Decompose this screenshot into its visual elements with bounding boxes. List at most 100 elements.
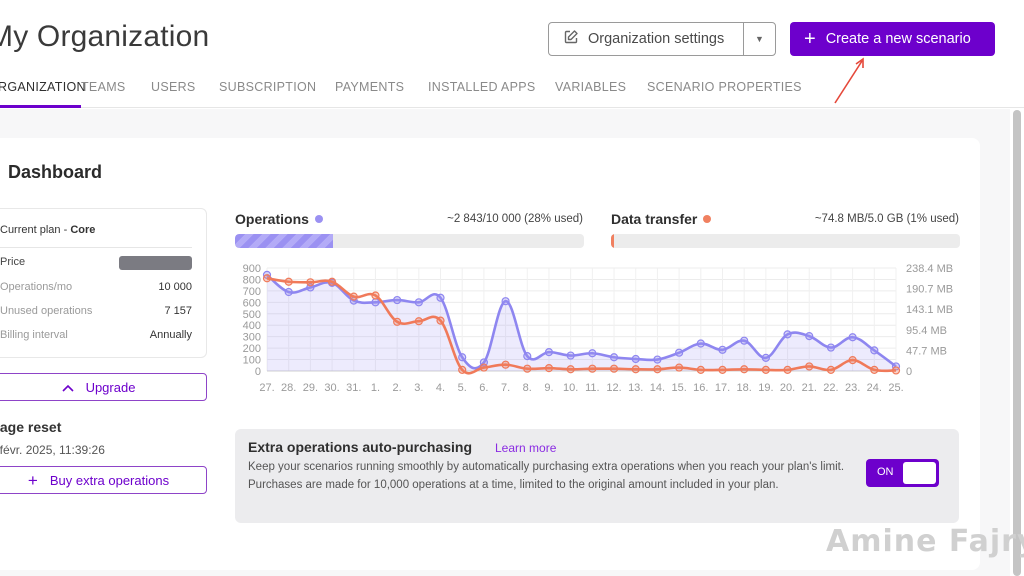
data-transfer-point	[544, 364, 554, 373]
operations-point	[436, 293, 445, 302]
caret-down-icon: ▼	[755, 34, 764, 44]
x-tick-label: 25.	[888, 382, 903, 394]
create-scenario-label: Create a new scenario	[825, 31, 971, 47]
data-transfer-point	[761, 365, 770, 374]
data-transfer-point	[566, 365, 575, 374]
operations-point	[284, 287, 293, 297]
plus-icon: +	[804, 28, 816, 50]
data-transfer-point	[696, 365, 705, 374]
current-plan-prefix: Current plan -	[0, 224, 71, 236]
current-plan-name: Core	[70, 224, 96, 236]
operations-point	[653, 355, 662, 364]
operations-point	[588, 349, 597, 358]
plan-row-billing: Billing interval Annually	[0, 329, 192, 341]
data-transfer-point	[870, 365, 879, 374]
create-scenario-button[interactable]: + Create a new scenario	[790, 22, 995, 56]
tab-subscription[interactable]: SUBSCRIPTION	[219, 78, 335, 108]
dashboard-title: Dashboard	[8, 162, 103, 182]
toggle-on-label: ON	[877, 466, 894, 478]
plus-icon: +	[27, 470, 38, 490]
organization-settings-dropdown[interactable]: ▼	[743, 23, 775, 55]
data-transfer-point	[371, 291, 380, 300]
data-transfer-point	[588, 364, 597, 373]
tab-bar: ORGANIZATION TEAMS USERS SUBSCRIPTION PA…	[0, 78, 807, 108]
tab-scenario-properties[interactable]: SCENARIO PROPERTIES	[647, 78, 807, 108]
organization-settings-split-button: Organization settings ▼	[548, 22, 776, 56]
buy-extra-operations-button[interactable]: + Buy extra operations	[0, 466, 207, 494]
y-tick-left: 500	[243, 309, 261, 321]
data-transfer-legend-dot	[703, 215, 712, 223]
operations-point	[696, 339, 705, 348]
y-tick-left: 900	[243, 263, 261, 275]
operations-point	[848, 333, 857, 342]
operations-metric-title: Operations	[235, 211, 323, 227]
x-tick-label: 18.	[737, 382, 752, 394]
x-tick-label: 12.	[606, 382, 621, 394]
operations-point	[609, 353, 619, 362]
data-transfer-progress-fill	[611, 234, 615, 248]
x-tick-label: 6.	[479, 382, 488, 394]
x-tick-label: 19.	[758, 382, 773, 394]
auto-purchase-toggle[interactable]: ON	[866, 459, 939, 487]
data-transfer-point	[436, 316, 445, 325]
data-transfer-progress-bar	[611, 234, 960, 248]
operations-area	[267, 274, 896, 371]
data-transfer-point	[891, 366, 901, 375]
y-tick-left: 400	[243, 320, 261, 332]
operations-point	[393, 295, 402, 305]
x-tick-label: 28.	[281, 382, 296, 394]
y-tick-left: 200	[243, 343, 261, 355]
tab-variables[interactable]: VARIABLES	[555, 78, 647, 108]
data-transfer-point	[393, 317, 402, 326]
chevron-up-icon	[61, 380, 74, 395]
x-tick-label: 4.	[436, 382, 445, 394]
plan-row-operations: Operations/mo 10 000	[0, 281, 192, 293]
tab-organization[interactable]: ORGANIZATION	[0, 78, 86, 108]
x-tick-label: 5.	[458, 382, 467, 394]
x-tick-label: 22.	[823, 382, 838, 394]
data-transfer-point	[783, 365, 792, 374]
plan-row-unused: Unused operations 7 157	[0, 305, 192, 317]
learn-more-link[interactable]: Learn more	[495, 441, 556, 455]
upgrade-button[interactable]: Upgrade	[0, 373, 207, 401]
y-tick-right: 0	[906, 366, 912, 378]
y-tick-right: 95.4 MB	[906, 325, 947, 337]
tab-installed-apps[interactable]: INSTALLED APPS	[428, 78, 555, 108]
auto-purchase-description: Keep your scenarios running smoothly by …	[248, 461, 845, 491]
y-tick-left: 100	[243, 355, 261, 367]
toggle-knob	[903, 462, 936, 484]
current-plan-heading: Current plan - Core	[0, 224, 95, 236]
x-tick-label: 31.	[346, 382, 361, 394]
edit-icon	[563, 29, 579, 49]
y-tick-right: 190.7 MB	[906, 284, 953, 296]
tab-payments[interactable]: PAYMENTS	[335, 78, 428, 108]
x-tick-label: 13.	[628, 382, 643, 394]
tab-users[interactable]: USERS	[151, 78, 219, 108]
auto-purchase-title: Extra operations auto-purchasing	[248, 439, 473, 455]
unused-operations-value: 7 157	[164, 305, 192, 317]
data-transfer-point	[631, 365, 640, 374]
organization-settings-button[interactable]: Organization settings	[549, 23, 743, 55]
data-transfer-point	[805, 362, 814, 371]
x-tick-label: 11.	[585, 382, 599, 394]
tab-teams[interactable]: TEAMS	[81, 78, 151, 108]
x-tick-label: 14.	[650, 382, 665, 394]
data-transfer-point	[740, 365, 749, 374]
data-transfer-point	[523, 364, 532, 373]
usage-chart: 0100200300400500600700800900047.7 MB95.4…	[243, 263, 953, 394]
y-tick-left: 700	[243, 286, 261, 298]
billing-interval-label: Billing interval	[0, 329, 68, 341]
data-transfer-point	[826, 365, 836, 374]
x-tick-label: 2.	[393, 382, 402, 394]
y-tick-right: 143.1 MB	[906, 304, 953, 316]
price-redacted-value	[119, 256, 192, 270]
header: My Organization ORGANIZATION TEAMS USERS…	[0, 0, 1024, 108]
operations-legend-dot	[314, 215, 323, 223]
operations-usage-text: ~2 843/10 000 (28% used)	[447, 213, 583, 225]
vertical-scrollbar[interactable]	[1013, 110, 1021, 576]
price-label: Price	[0, 256, 26, 268]
operations-title: Operations	[235, 211, 309, 227]
x-tick-label: 23.	[845, 382, 860, 394]
operations-point	[783, 330, 792, 339]
data-transfer-point	[848, 356, 857, 365]
